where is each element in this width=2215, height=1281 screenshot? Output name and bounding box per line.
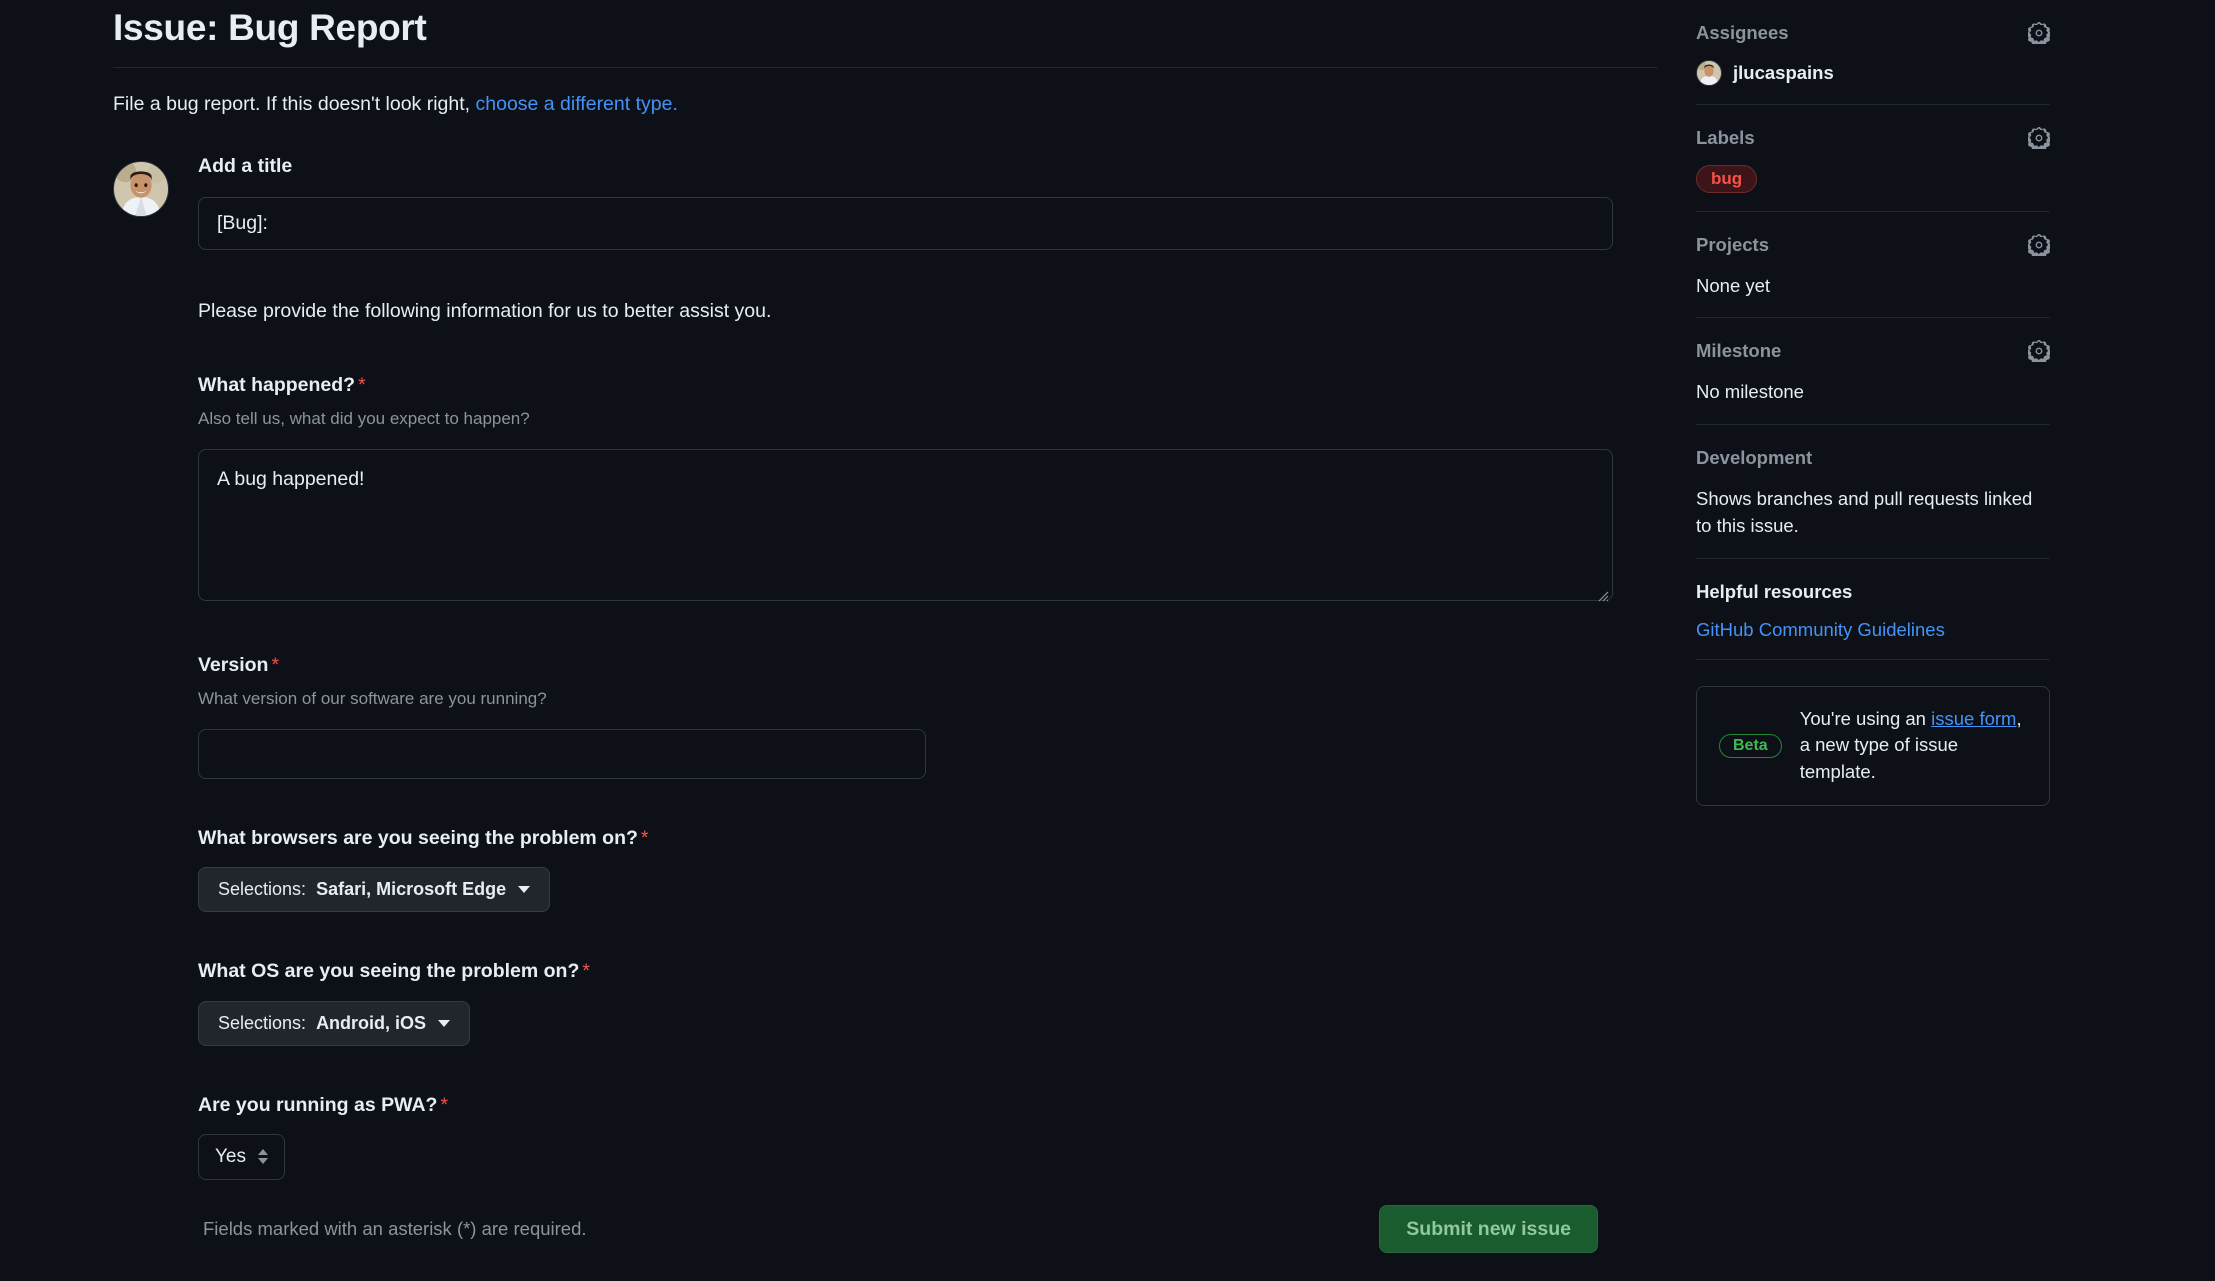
choose-different-type-link[interactable]: choose a different type.: [476, 93, 678, 115]
field-pwa: Are you running as PWA? * Yes: [198, 1092, 1613, 1180]
sidebar-divider: [1696, 658, 2050, 660]
issue-form-fields: Please provide the following information…: [198, 297, 1613, 1180]
intro-text: File a bug report. If this doesn't look …: [113, 90, 1660, 119]
avatar: [113, 160, 169, 217]
textarea-wrapper: [198, 448, 1613, 606]
assignees-title: Assignees: [1696, 22, 1789, 43]
development-title: Development: [1696, 447, 1813, 469]
os-dropdown[interactable]: Selections: Android, iOS: [198, 1000, 471, 1046]
field-label: Version *: [198, 652, 1613, 679]
field-browsers: What browsers are you seeing the problem…: [198, 825, 1613, 913]
sidebar-section-assignees: Assignees jlucaspains: [1696, 20, 2050, 104]
required-asterisk: *: [640, 826, 649, 849]
pwa-select[interactable]: Yes: [198, 1133, 285, 1180]
selections-prefix: Selections:: [218, 1012, 307, 1033]
chevron-updown-icon: [258, 1149, 268, 1165]
what-happened-textarea[interactable]: [198, 448, 1613, 601]
field-label-text: Are you running as PWA?: [198, 1093, 438, 1116]
field-label-text: What happened?: [198, 374, 356, 397]
version-input[interactable]: [198, 728, 926, 779]
milestone-title: Milestone: [1696, 340, 1782, 362]
title-divider: [113, 67, 1658, 69]
issue-form-page: Issue: Bug Report File a bug report. If …: [0, 0, 2215, 1281]
label-badge-bug[interactable]: bug: [1696, 164, 1758, 193]
field-label-text: What OS are you seeing the problem on?: [198, 960, 580, 983]
sidebar-section-development: Development Shows branches and pull requ…: [1696, 425, 2050, 558]
section-header: Milestone: [1696, 338, 2050, 364]
form-helper-text: Please provide the following information…: [198, 299, 772, 322]
section-header: Projects: [1696, 232, 2050, 258]
beta-callout: Beta You're using an issue form, a new t…: [1696, 685, 2050, 807]
assignee-item[interactable]: jlucaspains: [1696, 59, 2050, 86]
projects-title: Projects: [1696, 233, 1770, 255]
gear-icon[interactable]: [2028, 233, 2050, 256]
field-version: Version * What version of our software ar…: [198, 652, 1613, 779]
projects-value: None yet: [1696, 274, 1771, 296]
section-header: Labels: [1696, 125, 2050, 151]
field-label-text: What browsers are you seeing the problem…: [198, 826, 638, 849]
submit-new-issue-button[interactable]: Submit new issue: [1379, 1205, 1598, 1253]
milestone-value: No milestone: [1696, 381, 1804, 403]
required-fields-note: Fields marked with an asterisk (*) are r…: [203, 1218, 587, 1239]
form-footer: Fields marked with an asterisk (*) are r…: [113, 1205, 1658, 1253]
beta-callout-text: You're using an issue form, a new type o…: [1800, 706, 2027, 786]
issue-form-link[interactable]: issue form: [1931, 708, 2016, 729]
github-community-guidelines-link[interactable]: GitHub Community Guidelines: [1696, 619, 1945, 641]
sidebar-section-projects: Projects None yet: [1696, 212, 2050, 318]
gear-icon[interactable]: [2028, 126, 2050, 149]
selections-prefix: Selections:: [218, 879, 307, 900]
gear-icon[interactable]: [2028, 22, 2050, 44]
field-label: What OS are you seeing the problem on? *: [198, 958, 1613, 985]
beta-text-before: You're using an: [1799, 707, 1932, 729]
sidebar-section-helpful-resources: Helpful resources GitHub Community Guide…: [1696, 559, 2050, 659]
add-title-label: Add a title: [198, 154, 293, 177]
field-description: What version of our software are you run…: [198, 689, 547, 709]
gear-icon[interactable]: [2028, 340, 2050, 363]
beta-badge: Beta: [1719, 733, 1782, 758]
page-title: Issue: Bug Report: [113, 7, 427, 48]
required-asterisk: *: [271, 653, 280, 676]
section-header: Assignees: [1696, 20, 2050, 46]
field-label: What happened? *: [198, 372, 1613, 399]
field-label: What browsers are you seeing the problem…: [198, 825, 1613, 852]
selections-values: Android, iOS: [316, 1012, 427, 1033]
helpful-resources-title: Helpful resources: [1696, 580, 1853, 602]
selections-values: Safari, Microsoft Edge: [316, 879, 507, 900]
main-content: Issue: Bug Report File a bug report. If …: [0, 0, 1660, 1281]
required-asterisk: *: [582, 960, 590, 983]
field-label-text: Version: [198, 653, 269, 676]
labels-title: Labels: [1696, 126, 1755, 148]
compose-body: Add a title Please provide the following…: [198, 153, 1628, 1180]
field-description: Also tell us, what did you expect to hap…: [198, 409, 530, 429]
intro-prefix: File a bug report. If this doesn't look …: [113, 93, 476, 116]
field-os: What OS are you seeing the problem on? * …: [198, 958, 1613, 1046]
sidebar-section-labels: Labels bug: [1696, 105, 2050, 211]
chevron-down-icon: [438, 1019, 451, 1027]
chevron-down-icon: [518, 886, 531, 894]
field-label: Are you running as PWA? *: [198, 1092, 1613, 1119]
required-asterisk: *: [440, 1093, 449, 1116]
sidebar-section-milestone: Milestone No milestone: [1696, 318, 2050, 424]
issue-title-input[interactable]: [198, 196, 1613, 250]
assignee-avatar: [1696, 59, 1722, 86]
required-asterisk: *: [358, 374, 366, 397]
browsers-dropdown[interactable]: Selections: Safari, Microsoft Edge: [198, 867, 551, 913]
development-description: Shows branches and pull requests linked …: [1696, 488, 2033, 536]
field-what-happened: What happened? * Also tell us, what did y…: [198, 372, 1613, 606]
sidebar: Assignees jlucaspains Labels bug Project…: [1660, 0, 2140, 1281]
compose-row: Add a title Please provide the following…: [113, 153, 1660, 1180]
assignee-username: jlucaspains: [1733, 61, 1834, 83]
pwa-select-value: Yes: [215, 1145, 246, 1167]
